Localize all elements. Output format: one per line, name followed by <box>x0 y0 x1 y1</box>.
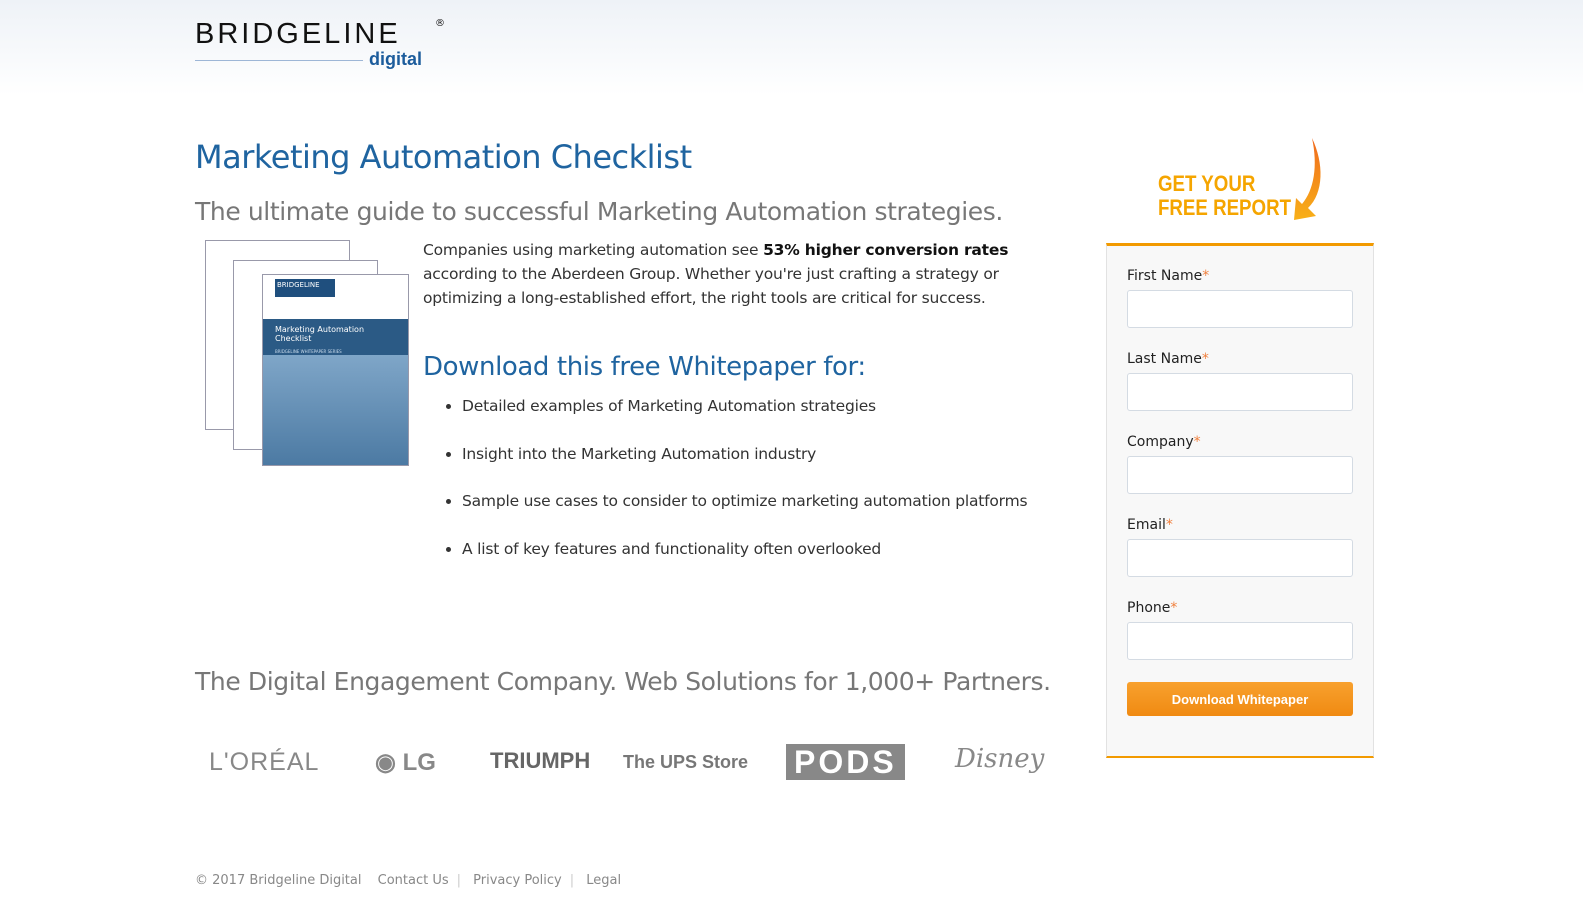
company-label: Company* <box>1127 434 1201 450</box>
benefits-list: Detailed examples of Marketing Automatio… <box>462 395 1028 586</box>
partner-logos: L'ORÉAL ◉ LG TRIUMPH The UPS Store PODS … <box>205 740 1045 785</box>
download-whitepaper-button[interactable]: Download Whitepaper <box>1127 682 1353 716</box>
page-title: Marketing Automation Checklist <box>195 138 692 176</box>
triumph-logo: TRIUMPH <box>490 748 591 773</box>
phone-label: Phone* <box>1127 600 1178 616</box>
list-item: Insight into the Marketing Automation in… <box>462 443 1027 491</box>
page-subtitle: The ultimate guide to successful Marketi… <box>195 197 1003 226</box>
registered-mark: ® <box>435 18 445 29</box>
list-item: Sample use cases to consider to optimize… <box>462 490 1028 538</box>
email-label: Email* <box>1127 517 1173 533</box>
loreal-logo: L'ORÉAL <box>209 748 320 776</box>
tagline: The Digital Engagement Company. Web Solu… <box>195 667 1051 696</box>
intro-text: Companies using marketing automation see… <box>423 241 1009 307</box>
disney-logo: Disney <box>955 744 1045 774</box>
pods-logo: PODS <box>786 744 905 780</box>
cover-brand: BRIDGELINE <box>275 279 335 297</box>
logo-sub: digital <box>369 49 422 69</box>
phone-input[interactable] <box>1127 622 1353 660</box>
last-name-label: Last Name* <box>1127 351 1209 367</box>
contact-us-link[interactable]: Contact Us <box>378 873 449 888</box>
ups-store-logo: The UPS Store <box>623 752 749 772</box>
company-input[interactable] <box>1127 456 1353 494</box>
download-heading: Download this free Whitepaper for: <box>423 352 866 382</box>
lg-logo: ◉ LG <box>375 749 436 776</box>
last-name-input[interactable] <box>1127 373 1353 411</box>
first-name-input[interactable] <box>1127 290 1353 328</box>
whitepaper-cover-image: BRIDGELINE Marketing Automation Checklis… <box>205 240 410 466</box>
cover-title: Marketing Automation Checklist <box>275 325 365 343</box>
lead-form: First Name* Last Name* Company* Email* P… <box>1106 243 1374 758</box>
email-input[interactable] <box>1127 539 1353 577</box>
cta-heading: GET YOUR FREE REPORT <box>1158 171 1291 220</box>
cover-series: BRIDGELINE WHITEPAPER SERIES <box>275 349 342 354</box>
arrow-down-icon <box>1294 138 1321 220</box>
list-item: Detailed examples of Marketing Automatio… <box>462 395 1027 443</box>
footer: © 2017 Bridgeline Digital Contact Us | Pr… <box>195 873 622 888</box>
privacy-policy-link[interactable]: Privacy Policy <box>473 873 562 888</box>
first-name-label: First Name* <box>1127 268 1210 284</box>
logo-wordmark: BRIDGELINE <box>195 18 401 50</box>
list-item: A list of key features and functionality… <box>462 538 1027 586</box>
copyright: © 2017 Bridgeline Digital <box>195 873 362 888</box>
bridgeline-logo[interactable]: BRIDGELINE ® digital <box>195 18 445 73</box>
legal-link[interactable]: Legal <box>586 873 621 888</box>
logo-line <box>195 60 363 61</box>
